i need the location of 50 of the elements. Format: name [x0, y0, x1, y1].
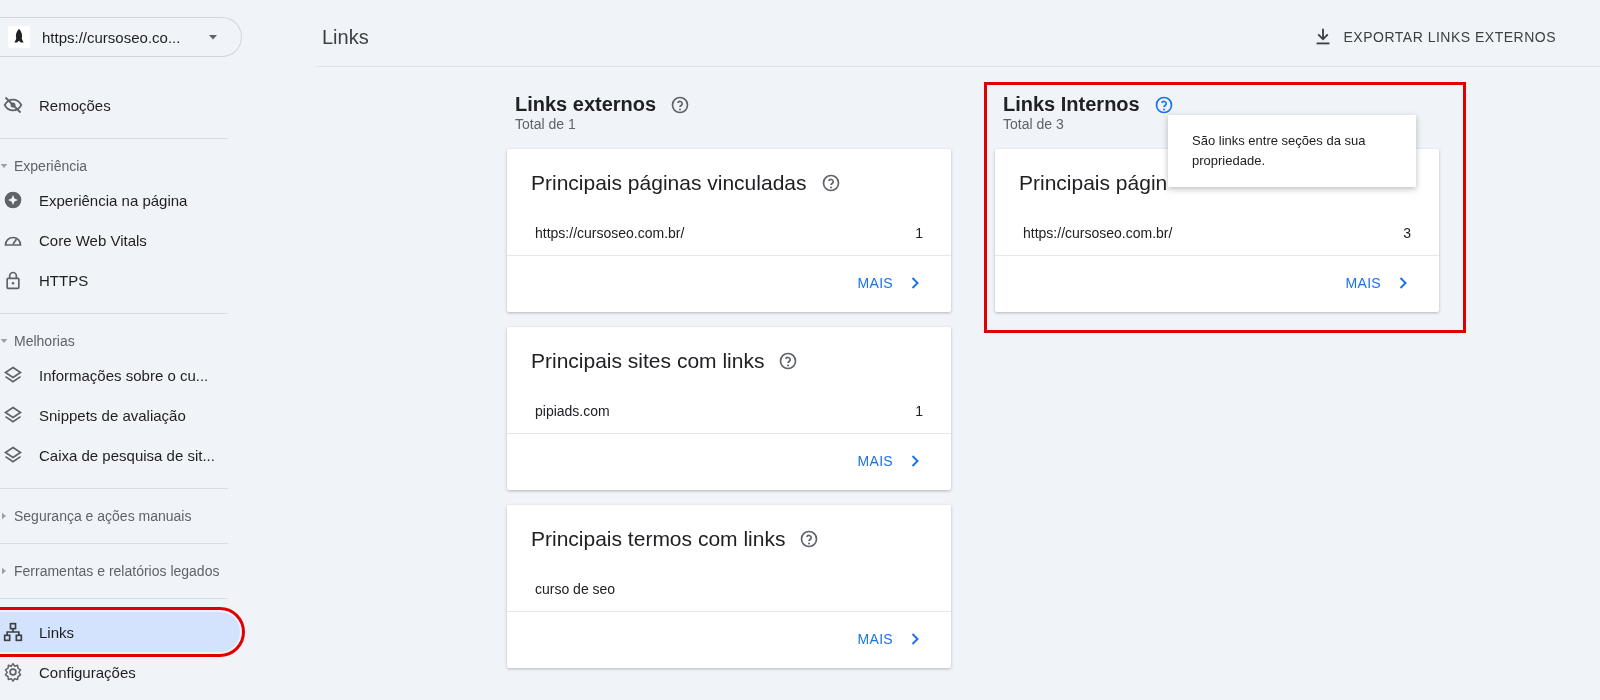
lock-icon [3, 270, 23, 290]
card-title: Principais págin [1019, 171, 1168, 195]
card-title: Principais sites com links [531, 349, 765, 373]
section-header[interactable]: Melhorias [0, 327, 245, 355]
caret-right-icon [0, 567, 8, 575]
caret-right-icon [0, 512, 8, 520]
caret-down-icon [0, 337, 8, 345]
row-value: 3 [1403, 225, 1411, 241]
nav-item[interactable]: HTTPS [0, 260, 240, 300]
section-header[interactable]: Experiência [0, 152, 245, 180]
section-header[interactable]: Ferramentas e relatórios legados [0, 557, 245, 585]
row-label: curso de seo [535, 581, 616, 597]
section-title: Links Internos [1003, 93, 1140, 116]
more-link[interactable]: MAIS [857, 451, 925, 471]
total-count: Total de 3 [1002, 116, 1065, 132]
row-label: https://cursoseo.com.br/ [1023, 225, 1173, 241]
row-value: 1 [915, 225, 923, 241]
star-circle-icon [3, 190, 23, 210]
layers-icon [3, 405, 23, 425]
more-link[interactable]: MAIS [857, 629, 925, 649]
section-title: Links externos [515, 93, 657, 116]
eye-slash-icon [3, 95, 23, 115]
row-label: https://cursoseo.com.br/ [535, 225, 685, 241]
card-title: Principais páginas vinculadas [531, 171, 807, 195]
total-count: Total de 1 [514, 116, 577, 132]
property-url: https://cursoseo.co... [42, 28, 182, 46]
nav-item[interactable]: Configurações [0, 652, 240, 692]
row-value: 1 [915, 403, 923, 419]
row-label: pipiads.com [535, 403, 610, 419]
nav-item[interactable]: Caixa de pesquisa de sit... [0, 435, 240, 475]
help-icon [670, 94, 691, 115]
page-title: Links [322, 25, 369, 49]
section-header[interactable]: Segurança e ações manuais [0, 502, 245, 530]
nav-item[interactable]: Experiência na página [0, 180, 240, 220]
more-link[interactable]: MAIS [1345, 273, 1413, 293]
tooltip: São links entre seções da sua propriedade. [1168, 115, 1416, 187]
nav-item[interactable]: Informações sobre o cu... [0, 355, 240, 395]
card-title: Principais termos com links [531, 527, 786, 551]
layers-icon [3, 445, 23, 465]
gear-icon [3, 662, 23, 682]
more-link[interactable]: MAIS [857, 273, 925, 293]
sitemap-icon [3, 622, 23, 642]
nav-item[interactable]: Remoções [0, 85, 240, 125]
help-icon [1153, 94, 1174, 115]
nav-item[interactable]: Snippets de avaliação [0, 395, 240, 435]
export-button[interactable]: EXPORTAR LINKS EXTERNOS [1311, 26, 1556, 48]
nav-item[interactable]: Core Web Vitals [0, 220, 240, 260]
caret-down-icon [0, 162, 8, 170]
rocket-logo-icon [8, 26, 30, 48]
layers-icon [3, 365, 23, 385]
